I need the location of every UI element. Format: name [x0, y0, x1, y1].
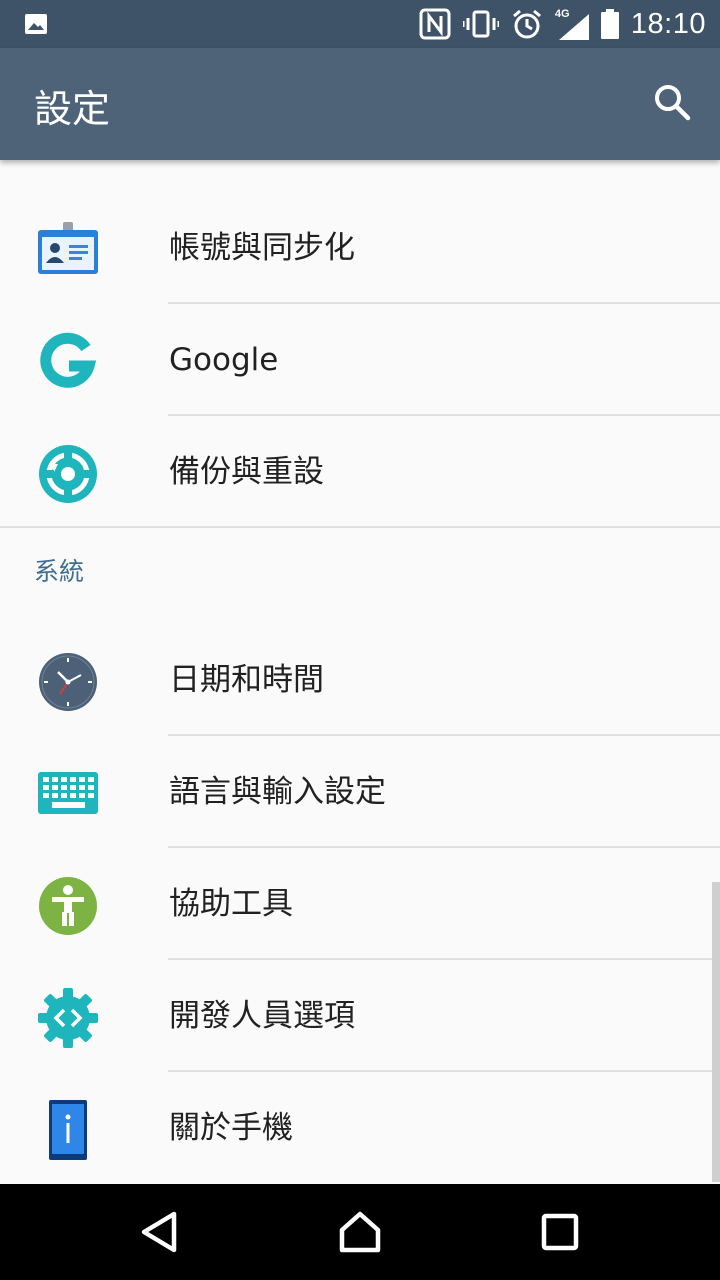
image-notification-icon: [25, 14, 47, 34]
list-item-developer-options[interactable]: 開發人員選項: [0, 960, 720, 1072]
recent-apps-icon[interactable]: [534, 1206, 586, 1258]
account-card-icon: [38, 222, 98, 274]
battery-icon: [600, 9, 619, 39]
list-item-label: 備份與重設: [169, 454, 324, 490]
signal-icon: 4G: [555, 8, 589, 40]
google-icon: [40, 332, 97, 388]
clock-icon: [39, 653, 97, 711]
alarm-icon: [512, 9, 541, 39]
page-title: 設定: [34, 87, 111, 131]
app-bar: 設定: [0, 48, 720, 160]
back-icon[interactable]: [134, 1206, 186, 1258]
list-item-label: 帳號與同步化: [169, 230, 355, 266]
developer-options-icon: [38, 988, 98, 1048]
list-item-about-phone[interactable]: 關於手機: [0, 1072, 720, 1184]
list-item-label: 開發人員選項: [169, 998, 355, 1034]
navigation-bar: [0, 1184, 720, 1280]
status-bar: 4G 18:10: [0, 0, 720, 48]
list-item-date-time[interactable]: 日期和時間: [0, 624, 720, 736]
list-item-label: Google: [169, 342, 279, 378]
list-item-label: 語言與輸入設定: [169, 774, 386, 810]
nfc-icon: [419, 8, 451, 40]
vibrate-icon: [462, 10, 499, 38]
home-icon[interactable]: [334, 1206, 386, 1258]
list-item-accounts-sync[interactable]: 帳號與同步化: [0, 192, 720, 304]
list-item-google[interactable]: Google: [0, 304, 720, 416]
clock-time: 18:10: [630, 7, 706, 40]
search-icon[interactable]: [652, 82, 692, 122]
phone-info-icon: [49, 1100, 87, 1160]
list-item-label: 協助工具: [169, 886, 293, 922]
accessibility-icon: [39, 877, 97, 935]
keyboard-icon: [38, 772, 98, 814]
list-item-backup-reset[interactable]: 備份與重設: [0, 416, 720, 528]
scrollbar[interactable]: [712, 882, 720, 1182]
section-divider: [0, 526, 720, 528]
list-item-label: 日期和時間: [169, 662, 324, 698]
section-header-system: 系統: [34, 557, 85, 586]
list-item-accessibility[interactable]: 協助工具: [0, 848, 720, 960]
list-item-language-input[interactable]: 語言與輸入設定: [0, 736, 720, 848]
list-item-label: 關於手機: [169, 1110, 293, 1146]
backup-reset-icon: [39, 445, 97, 503]
